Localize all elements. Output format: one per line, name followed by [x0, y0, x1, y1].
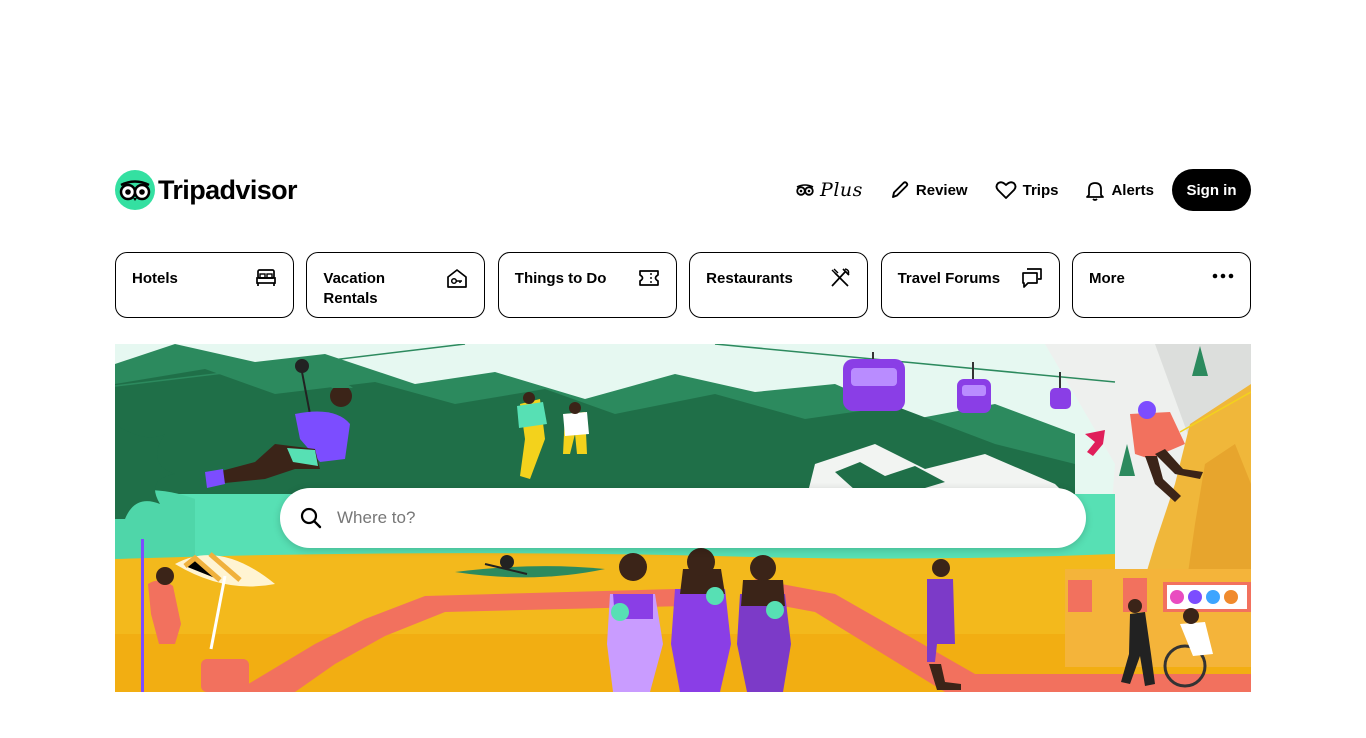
heart-icon	[995, 181, 1017, 199]
ticket-icon	[638, 270, 659, 286]
house-key-icon	[447, 269, 468, 288]
chat-bubbles-icon	[1021, 268, 1042, 288]
hero-banner	[115, 344, 1251, 692]
trips-label: Trips	[1022, 181, 1059, 199]
bell-icon	[1086, 181, 1105, 201]
search-bar[interactable]	[280, 488, 1086, 548]
tile-vacation-rentals[interactable]: Vacation Rentals	[306, 252, 486, 318]
tile-label: Hotels	[132, 270, 178, 287]
tile-label: Restaurants	[706, 270, 793, 287]
tile-hotels[interactable]: Hotels	[115, 252, 294, 318]
tile-label: Vacation Rentals	[323, 270, 386, 307]
sign-in-button[interactable]: Sign in	[1172, 169, 1251, 211]
search-icon	[300, 507, 322, 529]
owl-eyes-icon	[796, 184, 814, 196]
plus-label: Plus	[820, 179, 863, 201]
trips-link[interactable]: Trips	[995, 169, 1059, 211]
alerts-link[interactable]: Alerts	[1085, 169, 1154, 211]
category-tiles: Hotels Vacation Rentals Things to Do Res…	[115, 252, 1251, 318]
tile-things-to-do[interactable]: Things to Do	[497, 252, 677, 318]
search-input[interactable]	[335, 507, 1039, 529]
tile-label: More	[1088, 270, 1125, 287]
brand-name: Tripadvisor	[158, 175, 298, 205]
tile-travel-forums[interactable]: Travel Forums	[880, 252, 1060, 318]
owl-logo-icon	[115, 170, 155, 210]
tile-more[interactable]: More	[1071, 252, 1251, 318]
tile-restaurants[interactable]: Restaurants	[689, 252, 869, 318]
review-link[interactable]: Review	[890, 169, 968, 211]
tile-label: Travel Forums	[897, 270, 1001, 287]
bed-icon	[256, 269, 276, 286]
header-nav: Plus Review Trips Alerts Sign in	[769, 169, 1251, 211]
plus-link[interactable]: Plus	[796, 169, 863, 211]
fork-knife-icon	[831, 268, 850, 287]
alerts-label: Alerts	[1111, 181, 1154, 199]
tile-label: Things to Do	[514, 270, 607, 287]
review-label: Review	[915, 181, 968, 199]
tripadvisor-logo[interactable]: Tripadvisor	[115, 170, 298, 210]
pencil-icon	[891, 181, 909, 198]
more-dots-icon	[1212, 273, 1234, 279]
